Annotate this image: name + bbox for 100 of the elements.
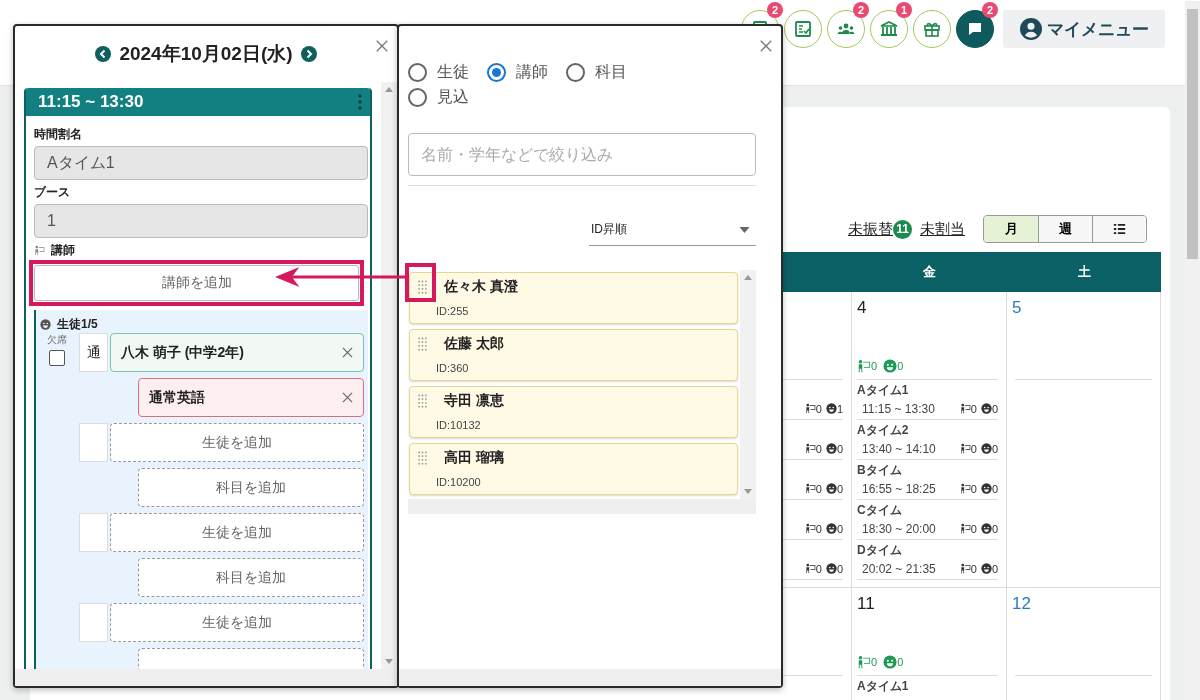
add-student-button[interactable]: 生徒を追加 <box>110 603 364 642</box>
timeslot-name[interactable]: Aタイム1 <box>857 678 998 695</box>
add-student-button[interactable]: 生徒を追加 <box>110 513 364 552</box>
drag-handle-icon[interactable] <box>418 394 427 408</box>
teacher-card[interactable]: 寺田 凛恵 ID:10132 <box>409 386 738 438</box>
sort-select[interactable]: ID昇順 <box>589 214 756 246</box>
filter-radio[interactable]: 科目 <box>566 62 627 83</box>
student-chip[interactable]: 八木 萌子 (中学2年) <box>110 333 364 372</box>
count-badge: 11 <box>893 219 912 239</box>
teacher-icon <box>857 358 871 373</box>
teacher-count: 0 <box>815 562 822 575</box>
add-subject-button[interactable]: 科目を追加 <box>138 558 364 597</box>
teacher-name: 高田 瑠璃 <box>444 449 504 467</box>
date-title: 2024年10月02日(水) <box>119 42 293 66</box>
smiley-icon <box>825 483 837 494</box>
teacher-icon <box>959 443 971 454</box>
add-subject-button[interactable]: 科目を追加 <box>138 468 364 507</box>
search-field[interactable]: 名前・学年などで絞り込み <box>408 133 756 176</box>
timeslot-time: 18:30 ~ 20:00 <box>861 521 936 536</box>
teacher-card[interactable]: 佐藤 太郎 ID:360 <box>409 329 738 381</box>
teacher-count: 0 <box>815 482 822 495</box>
student-count: 0 <box>897 655 904 668</box>
view-toggle[interactable]: 週 <box>1038 216 1092 242</box>
remove-icon[interactable] <box>342 347 353 358</box>
teacher-icon <box>959 403 971 414</box>
smiley-icon <box>40 319 51 330</box>
student-count: 0 <box>991 562 998 575</box>
absent-label: 欠席 <box>46 333 67 347</box>
drag-handle-icon[interactable] <box>418 451 427 465</box>
smiley-icon <box>883 654 898 669</box>
add-teacher-button[interactable]: 講師を追加 <box>34 265 359 301</box>
drag-handle-icon[interactable] <box>418 280 427 294</box>
teacher-icon <box>857 654 871 669</box>
teacher-card[interactable]: 高田 瑠璃 ID:10200 <box>409 443 738 495</box>
filter-radio[interactable]: 見込 <box>408 87 469 108</box>
absent-checkbox[interactable] <box>48 350 65 366</box>
scrollbar[interactable] <box>399 669 781 686</box>
filter-link[interactable]: 未割当 <box>920 219 965 239</box>
date-number: 12 <box>1012 594 1032 615</box>
student-count: 0 <box>836 482 843 495</box>
scroll-down-icon[interactable] <box>385 659 393 664</box>
field-label: 時間割名 <box>34 126 83 143</box>
scroll-down-icon[interactable] <box>744 489 752 494</box>
scrollbar[interactable] <box>381 82 397 669</box>
scrollbar[interactable] <box>15 669 397 686</box>
timeslot-name[interactable]: Bタイム <box>857 462 998 479</box>
teacher-card[interactable]: 佐々木 真澄 ID:255 <box>409 272 738 324</box>
readonly-field: Aタイム1 <box>34 146 368 180</box>
my-menu-button[interactable]: マイメニュー <box>1003 10 1165 48</box>
lesson-type-box[interactable] <box>79 513 108 552</box>
toolbar-button[interactable] <box>784 10 822 48</box>
next-button[interactable] <box>300 46 317 62</box>
view-toggle[interactable] <box>1092 216 1146 242</box>
more-icon[interactable] <box>358 94 362 110</box>
smiley-icon <box>883 358 898 373</box>
teacher-count: 0 <box>970 522 977 535</box>
previous-button[interactable] <box>95 46 112 62</box>
drag-handle-icon[interactable] <box>418 337 427 351</box>
date-number: 4 <box>857 298 868 319</box>
subject-chip[interactable]: 通常英語 <box>138 378 364 417</box>
teacher-icon <box>34 245 45 256</box>
filter-link[interactable]: 未振替 <box>848 219 893 239</box>
scrollbar[interactable] <box>740 270 756 499</box>
date-number: 5 <box>1012 298 1023 319</box>
user-icon <box>1019 18 1042 40</box>
smiley-icon <box>980 523 992 534</box>
timeslot-time: 13:40 ~ 14:10 <box>861 441 936 456</box>
student-name: 八木 萌子 (中学2年) <box>121 343 244 362</box>
close-icon[interactable] <box>759 39 773 53</box>
teacher-count: 0 <box>970 402 977 415</box>
student-count: 0 <box>836 562 843 575</box>
smiley-icon <box>980 563 992 574</box>
toolbar-button[interactable] <box>913 10 951 48</box>
field-label: ブース <box>34 184 71 201</box>
weekday-header: 金 <box>852 252 1007 292</box>
lesson-type-box[interactable]: 通 <box>79 333 108 372</box>
timeslot-name[interactable]: Dタイム <box>857 542 998 559</box>
scroll-up-icon[interactable] <box>744 275 752 280</box>
add-student-button[interactable]: 生徒を追加 <box>110 423 364 462</box>
notification-badge: 2 <box>767 2 783 18</box>
lesson-type-box[interactable] <box>79 423 108 462</box>
smiley-icon <box>980 443 992 454</box>
timeslot-time: 11:15 ~ 13:30 <box>38 92 144 112</box>
timeslot-name[interactable]: Aタイム2 <box>857 422 998 439</box>
close-icon[interactable] <box>375 39 389 53</box>
smiley-icon <box>825 443 837 454</box>
smiley-icon <box>825 523 837 534</box>
filter-radio[interactable]: 生徒 <box>408 62 469 83</box>
view-toggle[interactable]: 月 <box>984 216 1038 242</box>
student-count: 1 <box>836 402 843 415</box>
timeslot-time: 16:55 ~ 18:25 <box>861 481 936 496</box>
remove-icon[interactable] <box>342 392 353 403</box>
lesson-type-box[interactable] <box>79 603 108 642</box>
teacher-name: 佐々木 真澄 <box>444 278 518 296</box>
timeslot-name[interactable]: Cタイム <box>857 502 998 519</box>
teacher-icon <box>959 523 971 534</box>
filter-radio[interactable]: 講師 <box>487 62 548 83</box>
timeslot-name[interactable]: Aタイム1 <box>857 382 998 399</box>
teacher-count: 0 <box>871 359 878 372</box>
teacher-count: 0 <box>815 402 822 415</box>
